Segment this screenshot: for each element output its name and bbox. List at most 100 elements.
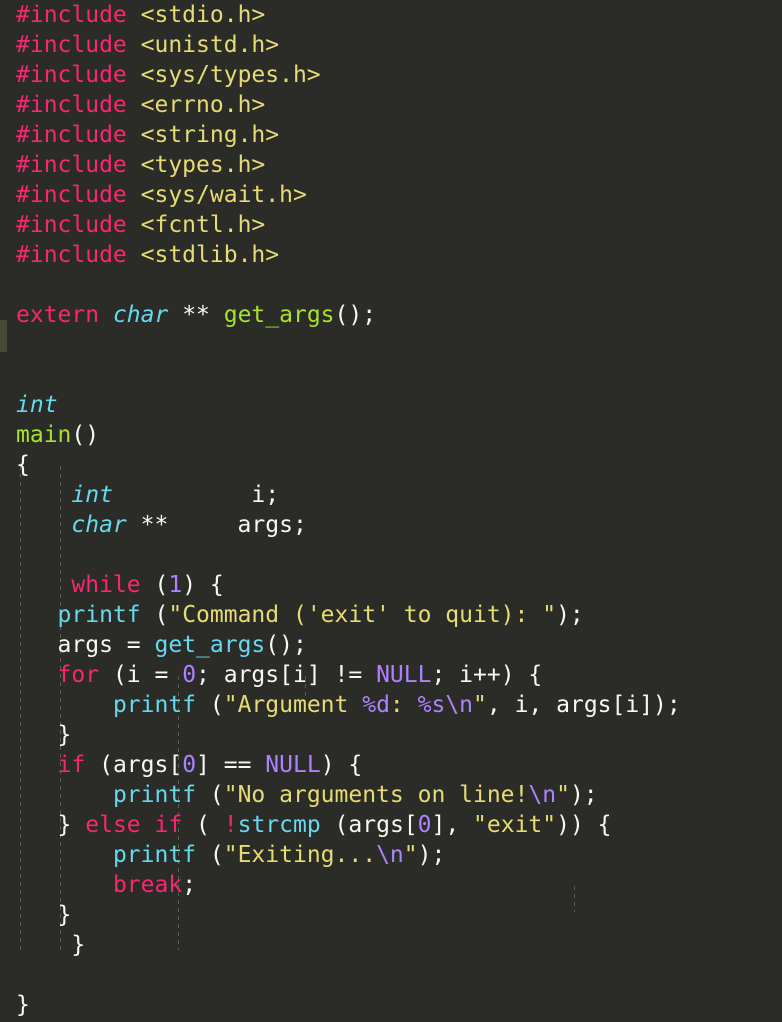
code-token: if — [57, 752, 86, 778]
code-line[interactable]: char ** args; — [0, 510, 307, 540]
code-token: () — [71, 422, 100, 448]
code-line[interactable] — [0, 360, 30, 390]
code-token: for — [57, 662, 100, 688]
code-token: 0 — [182, 662, 197, 688]
code-token: #include — [16, 32, 127, 58]
code-token: <types.h> — [140, 152, 266, 178]
code-line[interactable]: #include <unistd.h> — [0, 30, 279, 60]
code-line[interactable] — [0, 960, 30, 990]
code-token: "Command ('exit' to quit): " — [168, 602, 557, 628]
code-token: (); — [334, 302, 377, 328]
code-token: char — [112, 302, 169, 328]
code-line[interactable]: main() — [0, 420, 99, 450]
code-token: #include — [16, 152, 127, 178]
code-token: <unistd.h> — [140, 32, 280, 58]
code-token: (args[ — [320, 812, 418, 838]
code-line[interactable]: printf ("Exiting...\n"); — [0, 840, 445, 870]
code-line[interactable]: args = get_args(); — [0, 630, 307, 660]
code-line[interactable]: } — [0, 990, 30, 1020]
code-line[interactable]: } — [0, 900, 72, 930]
code-line[interactable]: } — [0, 930, 85, 960]
code-line[interactable]: #include <stdlib.h> — [0, 240, 279, 270]
code-token: 0 — [182, 752, 197, 778]
code-line[interactable]: int i; — [0, 480, 279, 510]
code-token: printf — [112, 782, 197, 808]
code-token: #include — [16, 212, 127, 238]
code-token: " — [403, 842, 418, 868]
code-line[interactable] — [0, 540, 30, 570]
code-line[interactable]: { — [0, 450, 30, 480]
code-token: { — [16, 452, 30, 478]
code-token: while — [71, 572, 141, 598]
code-token: ! — [223, 812, 238, 838]
code-token: 0 — [417, 812, 432, 838]
code-token: ( — [140, 602, 169, 628]
code-token: ); — [569, 782, 598, 808]
code-line[interactable]: #include <string.h> — [0, 120, 279, 150]
code-line[interactable]: if (args[0] == NULL) { — [0, 750, 363, 780]
code-token: NULL — [376, 662, 432, 688]
code-editor[interactable]: #include <stdio.h> #include <unistd.h> #in… — [0, 0, 782, 1022]
code-token: get_args — [223, 302, 335, 328]
code-line[interactable]: #include <stdio.h> — [0, 0, 265, 30]
code-line[interactable]: printf ("Argument %d: %s\n", i, args[i])… — [0, 690, 681, 720]
code-line[interactable]: while (1) { — [0, 570, 223, 600]
code-token: " — [556, 782, 570, 808]
code-token: #include — [16, 122, 127, 148]
code-token: printf — [112, 842, 197, 868]
code-token: main — [16, 422, 72, 448]
code-line[interactable]: printf ("No arguments on line!\n"); — [0, 780, 598, 810]
code-token: i; — [112, 482, 280, 508]
code-line[interactable]: #include <sys/types.h> — [0, 60, 321, 90]
code-line[interactable]: #include <errno.h> — [0, 90, 265, 120]
code-token: } — [16, 722, 72, 748]
code-token: args = — [16, 632, 155, 658]
code-token: if — [154, 812, 183, 838]
code-token: <sys/wait.h> — [140, 182, 307, 208]
code-line[interactable]: #include <sys/wait.h> — [0, 180, 307, 210]
code-token: get_args — [154, 632, 266, 658]
code-line[interactable]: } — [0, 720, 72, 750]
code-token: } — [16, 812, 86, 838]
code-token: " — [473, 692, 487, 718]
code-line[interactable]: break; — [0, 870, 196, 900]
code-token: printf — [57, 602, 141, 628]
code-token: ); — [556, 602, 584, 628]
code-token: 1 — [168, 572, 183, 598]
code-token: } — [16, 932, 86, 958]
code-token: extern — [16, 302, 100, 328]
code-token: "exit" — [473, 812, 557, 838]
code-token: ( — [196, 782, 224, 808]
code-line[interactable]: for (i = 0; args[i] != NULL; i++) { — [0, 660, 543, 690]
code-line[interactable]: extern char ** get_args(); — [0, 300, 376, 330]
code-line[interactable] — [0, 270, 30, 300]
code-token: int — [71, 482, 113, 508]
code-token: "Exiting... — [223, 842, 377, 868]
code-token: char — [71, 512, 127, 538]
code-token: #include — [16, 2, 127, 28]
code-line[interactable]: printf ("Command ('exit' to quit): "); — [0, 600, 584, 630]
code-token: } — [16, 902, 72, 928]
indent-guide — [574, 886, 575, 912]
code-line[interactable]: #include <types.h> — [0, 150, 265, 180]
code-token: <string.h> — [140, 122, 280, 148]
gutter-change-marker[interactable] — [0, 320, 7, 352]
code-token: )) { — [556, 812, 612, 838]
code-token: \n — [528, 782, 557, 808]
code-line[interactable]: #include <fcntl.h> — [0, 210, 265, 240]
code-token: ** args; — [126, 512, 307, 538]
code-line[interactable]: int — [0, 390, 58, 420]
code-line[interactable]: } else if ( !strcmp (args[0], "exit")) { — [0, 810, 612, 840]
